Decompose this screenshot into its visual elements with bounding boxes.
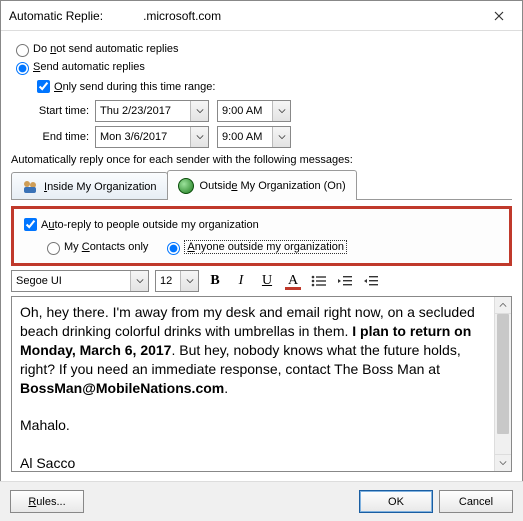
start-date-value[interactable]	[96, 101, 190, 121]
start-time-dropdown[interactable]	[272, 101, 290, 121]
tab-inside-label: Inside My Organization	[44, 181, 157, 193]
font-size-combo[interactable]	[155, 270, 199, 292]
bulleted-list-button[interactable]	[309, 271, 329, 291]
end-time-row: End time:	[11, 126, 512, 148]
chevron-down-icon	[196, 133, 204, 141]
close-button[interactable]	[476, 1, 522, 31]
message-editor[interactable]: Oh, hey there. I'm away from my desk and…	[12, 297, 494, 471]
start-time-label: Start time:	[11, 105, 89, 117]
start-time-combo[interactable]	[217, 100, 291, 122]
decrease-indent-icon	[337, 275, 353, 287]
increase-indent-icon	[363, 275, 379, 287]
scroll-thumb[interactable]	[497, 314, 509, 434]
start-date-dropdown[interactable]	[190, 101, 208, 121]
send-label: Send automatic replies	[33, 61, 145, 73]
tab-outside[interactable]: Outside My Organization (On)	[167, 170, 357, 200]
chevron-down-icon	[136, 277, 144, 285]
bulleted-list-icon	[311, 275, 327, 287]
only-send-range-checkbox[interactable]	[37, 80, 50, 93]
outside-scope-row: My Contacts only Anyone outside my organ…	[42, 237, 503, 257]
outside-org-icon	[178, 178, 194, 194]
font-family-value[interactable]	[12, 271, 130, 291]
editor-toolbar: B I U A	[11, 270, 512, 292]
chevron-down-icon	[278, 133, 286, 141]
font-color-button[interactable]: A	[283, 271, 303, 291]
font-family-combo[interactable]	[11, 270, 149, 292]
auto-reply-outside-checkbox[interactable]	[24, 218, 37, 231]
editor-text-5: Al Sacco	[20, 455, 75, 471]
tab-inside[interactable]: Inside My Organization	[11, 172, 168, 200]
send-radio[interactable]	[16, 62, 29, 75]
increase-indent-button[interactable]	[361, 271, 381, 291]
auto-reply-outside-label: Auto-reply to people outside my organiza…	[41, 219, 259, 231]
rules-label: Rules...	[28, 496, 65, 508]
do-not-send-option[interactable]: Do not send automatic replies	[11, 41, 512, 57]
editor-text-4: Mahalo.	[20, 417, 70, 433]
anyone-outside-option[interactable]: Anyone outside my organization	[162, 239, 347, 255]
tab-outside-label: Outside My Organization (On)	[200, 180, 346, 192]
only-send-range-option[interactable]: Only send during this time range:	[33, 77, 512, 96]
chevron-down-icon	[186, 277, 194, 285]
start-date-combo[interactable]	[95, 100, 209, 122]
window-title-suffix: .microsoft.com	[143, 9, 221, 23]
auto-reply-outside-option[interactable]: Auto-reply to people outside my organiza…	[20, 215, 503, 234]
auto-reply-section-label: Automatically reply once for each sender…	[11, 154, 512, 166]
window-title-prefix: Automatic Replie:	[9, 9, 103, 23]
decrease-indent-button[interactable]	[335, 271, 355, 291]
end-time-value[interactable]	[218, 127, 272, 147]
end-time-combo[interactable]	[217, 126, 291, 148]
end-time-label: End time:	[11, 131, 89, 143]
do-not-send-radio[interactable]	[16, 44, 29, 57]
chevron-up-icon	[499, 301, 507, 309]
titlebar: Automatic Replie: .microsoft.com	[1, 1, 522, 31]
rules-button[interactable]: Rules...	[10, 490, 84, 513]
window-title: Automatic Replie: .microsoft.com	[9, 9, 476, 23]
end-time-dropdown[interactable]	[272, 127, 290, 147]
scroll-down-button[interactable]	[495, 454, 511, 471]
bold-button[interactable]: B	[205, 271, 225, 291]
font-size-value[interactable]	[156, 271, 180, 291]
send-option[interactable]: Send automatic replies	[11, 59, 512, 75]
start-time-row: Start time:	[11, 100, 512, 122]
font-family-dropdown[interactable]	[130, 271, 148, 291]
contacts-only-radio[interactable]	[47, 242, 60, 255]
contacts-only-option[interactable]: My Contacts only	[42, 239, 148, 255]
underline-button[interactable]: U	[257, 271, 277, 291]
do-not-send-label: Do not send automatic replies	[33, 43, 179, 55]
anyone-outside-radio[interactable]	[167, 242, 180, 255]
editor-text-bold-2: BossMan@MobileNations.com	[20, 380, 224, 396]
end-date-dropdown[interactable]	[190, 127, 208, 147]
only-send-range-label: Only send during this time range:	[54, 81, 215, 93]
tabs: Inside My Organization Outside My Organi…	[11, 170, 512, 200]
dialog-body: Do not send automatic replies Send autom…	[1, 31, 522, 476]
inside-org-icon	[22, 179, 38, 195]
start-time-value[interactable]	[218, 101, 272, 121]
editor-text-3: .	[224, 380, 228, 396]
dialog-footer: Rules... OK Cancel	[0, 481, 523, 521]
chevron-down-icon	[196, 107, 204, 115]
chevron-down-icon	[278, 107, 286, 115]
contacts-only-label: My Contacts only	[64, 241, 148, 253]
font-size-dropdown[interactable]	[180, 271, 198, 291]
close-icon	[494, 11, 504, 21]
scroll-up-button[interactable]	[495, 297, 511, 314]
editor-container: Oh, hey there. I'm away from my desk and…	[11, 296, 512, 472]
outside-options-highlight: Auto-reply to people outside my organiza…	[11, 206, 512, 266]
end-date-combo[interactable]	[95, 126, 209, 148]
cancel-button[interactable]: Cancel	[439, 490, 513, 513]
chevron-down-icon	[499, 459, 507, 467]
anyone-outside-label: Anyone outside my organization	[184, 240, 347, 254]
italic-button[interactable]: I	[231, 271, 251, 291]
ok-button[interactable]: OK	[359, 490, 433, 513]
end-date-value[interactable]	[96, 127, 190, 147]
editor-scrollbar[interactable]	[494, 297, 511, 471]
